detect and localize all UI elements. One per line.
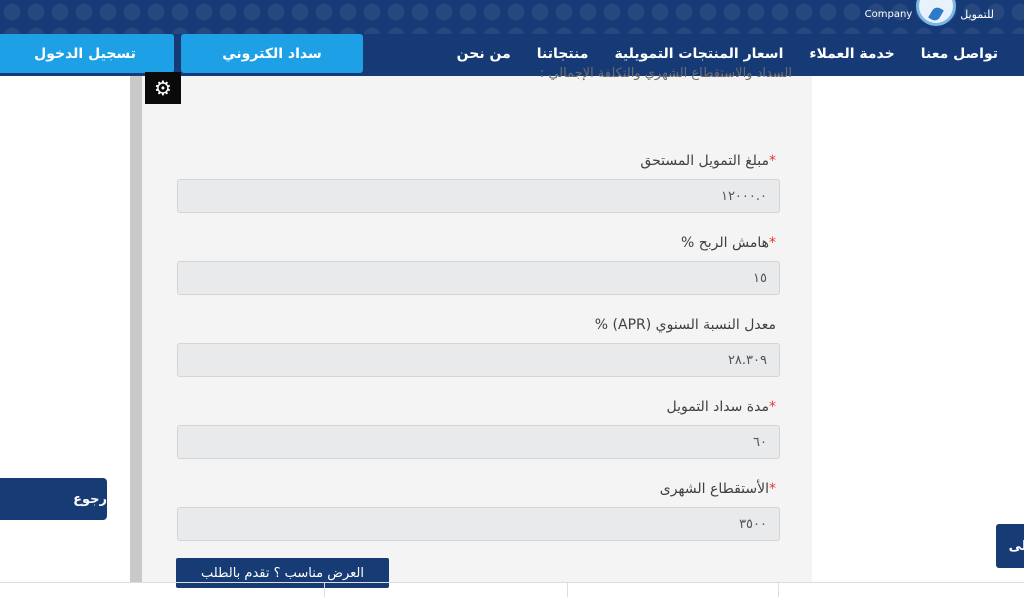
required-marker: * bbox=[769, 235, 776, 251]
back-button[interactable]: رجوع bbox=[0, 478, 107, 520]
logo-arabic-text: للتمويل bbox=[960, 7, 994, 21]
footer-divider bbox=[0, 582, 1024, 583]
monthly-deduction-label: *الأستقطاع الشهرى bbox=[660, 481, 780, 497]
gear-icon[interactable]: ⚙ bbox=[145, 72, 181, 104]
profit-margin-label-text: هامش الربح % bbox=[680, 235, 769, 251]
nav-item-about[interactable]: من نحن bbox=[457, 46, 511, 62]
monthly-deduction-label-text: الأستقطاع الشهرى bbox=[659, 481, 769, 497]
site-logo[interactable]: Company للتمويل bbox=[865, 0, 994, 26]
repayment-period-field[interactable]: ٦٠ bbox=[177, 425, 780, 459]
profit-margin-field[interactable]: ١٥ bbox=[177, 261, 780, 295]
login-button[interactable]: تسجيل الدخول bbox=[0, 34, 174, 73]
logo-icon bbox=[916, 0, 957, 26]
calculator-intro-text: السداد والاستقطاع الشهري والتكلفة الإجما… bbox=[539, 66, 792, 81]
financing-amount-label-text: مبلغ التمويل المستحق bbox=[640, 153, 769, 169]
footer-tick bbox=[324, 583, 325, 597]
e-payment-button[interactable]: سداد الكتروني bbox=[181, 34, 363, 73]
repayment-period-label-text: مدة سداد التمويل bbox=[666, 399, 770, 415]
apply-button[interactable]: العرض مناسب ؟ تقدم بالطلب bbox=[176, 558, 389, 588]
footer-tick bbox=[567, 583, 568, 597]
required-marker: * bbox=[769, 481, 776, 497]
panel-scroll-strip bbox=[130, 76, 142, 583]
apr-label: معدل النسبة السنوي (APR) % bbox=[595, 317, 780, 333]
monthly-deduction-field[interactable]: ٣٥٠٠ bbox=[177, 507, 780, 541]
required-marker: * bbox=[769, 153, 776, 169]
nav-item-contact[interactable]: تواصل معنا bbox=[921, 46, 998, 62]
side-button[interactable]: على bbox=[996, 524, 1024, 568]
footer-tick bbox=[778, 583, 779, 597]
financing-amount-field[interactable]: ١٢٠٠٠.٠ bbox=[177, 179, 780, 213]
repayment-period-label: *مدة سداد التمويل bbox=[667, 399, 781, 415]
apr-label-text: معدل النسبة السنوي (APR) % bbox=[594, 317, 776, 333]
nav-item-prices[interactable]: اسعار المنتجات التمويلية bbox=[614, 46, 783, 62]
nav-item-customer-service[interactable]: خدمة العملاء bbox=[809, 46, 894, 62]
apr-field[interactable]: ٢٨.٣٠٩ bbox=[177, 343, 780, 377]
nav-item-products[interactable]: منتجاتنا bbox=[537, 46, 589, 62]
profit-margin-label: *هامش الربح % bbox=[681, 235, 780, 251]
required-marker: * bbox=[769, 399, 776, 415]
logo-company-text: Company bbox=[864, 8, 913, 20]
financing-amount-label: *مبلغ التمويل المستحق bbox=[640, 153, 780, 169]
